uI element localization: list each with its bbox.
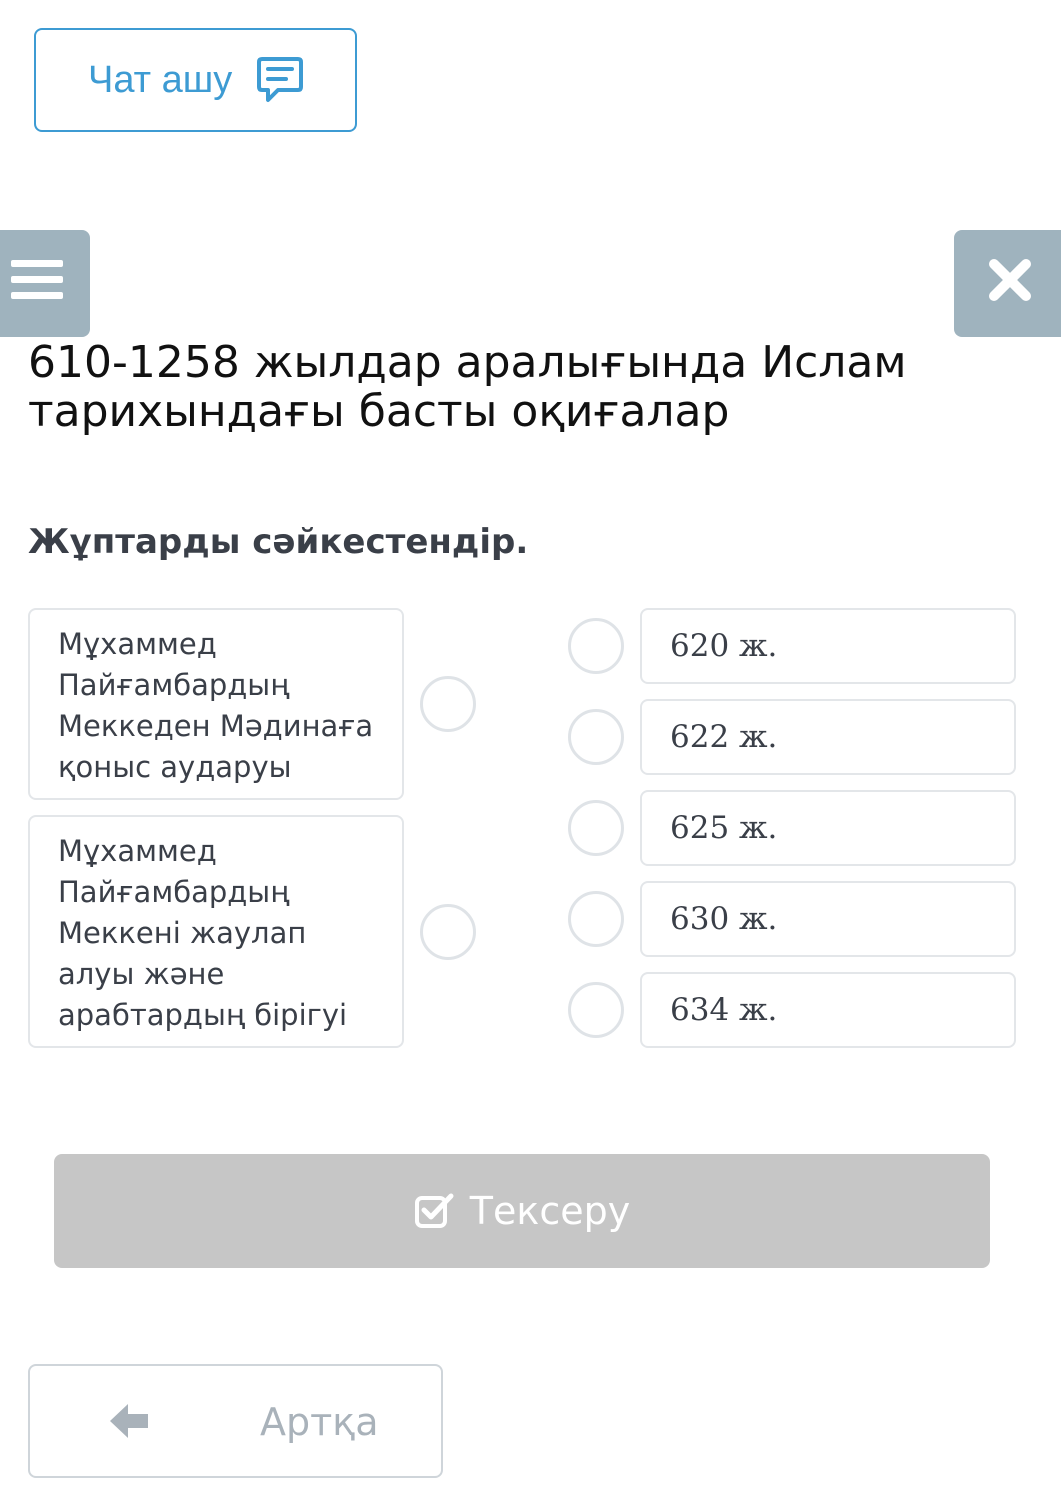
- page-title: 610-1258 жылдар аралығында Ислам тарихын…: [28, 337, 907, 437]
- back-button-label: Артқа: [260, 1400, 379, 1444]
- open-chat-label: Чат ашу: [88, 58, 233, 101]
- close-icon: [988, 258, 1031, 301]
- right-match-radio[interactable]: [568, 982, 624, 1038]
- close-button[interactable]: [954, 230, 1061, 337]
- match-right-item[interactable]: 630 ж.: [640, 881, 1016, 957]
- check-button[interactable]: Тексеру: [54, 1154, 990, 1268]
- menu-button[interactable]: [0, 230, 90, 337]
- instruction-text: Жұптарды сәйкестендір.: [28, 522, 529, 562]
- right-match-radio[interactable]: [568, 618, 624, 674]
- check-square-icon: [414, 1193, 454, 1228]
- arrow-left-icon: [110, 1404, 148, 1438]
- match-left-item[interactable]: Мұхаммед Пайғамбардың Меккені жаулап алу…: [28, 815, 404, 1048]
- right-match-radio[interactable]: [568, 709, 624, 765]
- right-match-radio[interactable]: [568, 891, 624, 947]
- right-match-radio[interactable]: [568, 800, 624, 856]
- match-left-item[interactable]: Мұхаммед Пайғамбардың Меккеден Мәдинаға …: [28, 608, 404, 800]
- back-button[interactable]: Артқа: [28, 1364, 443, 1478]
- left-match-radio[interactable]: [420, 676, 476, 732]
- match-right-item[interactable]: 625 ж.: [640, 790, 1016, 866]
- open-chat-button[interactable]: Чат ашу: [34, 28, 357, 132]
- chat-icon: [257, 57, 304, 102]
- match-right-item[interactable]: 620 ж.: [640, 608, 1016, 684]
- match-right-item[interactable]: 634 ж.: [640, 972, 1016, 1048]
- hamburger-menu-icon: [11, 259, 63, 299]
- check-button-label: Тексеру: [469, 1189, 631, 1233]
- left-match-radio[interactable]: [420, 904, 476, 960]
- match-right-item[interactable]: 622 ж.: [640, 699, 1016, 775]
